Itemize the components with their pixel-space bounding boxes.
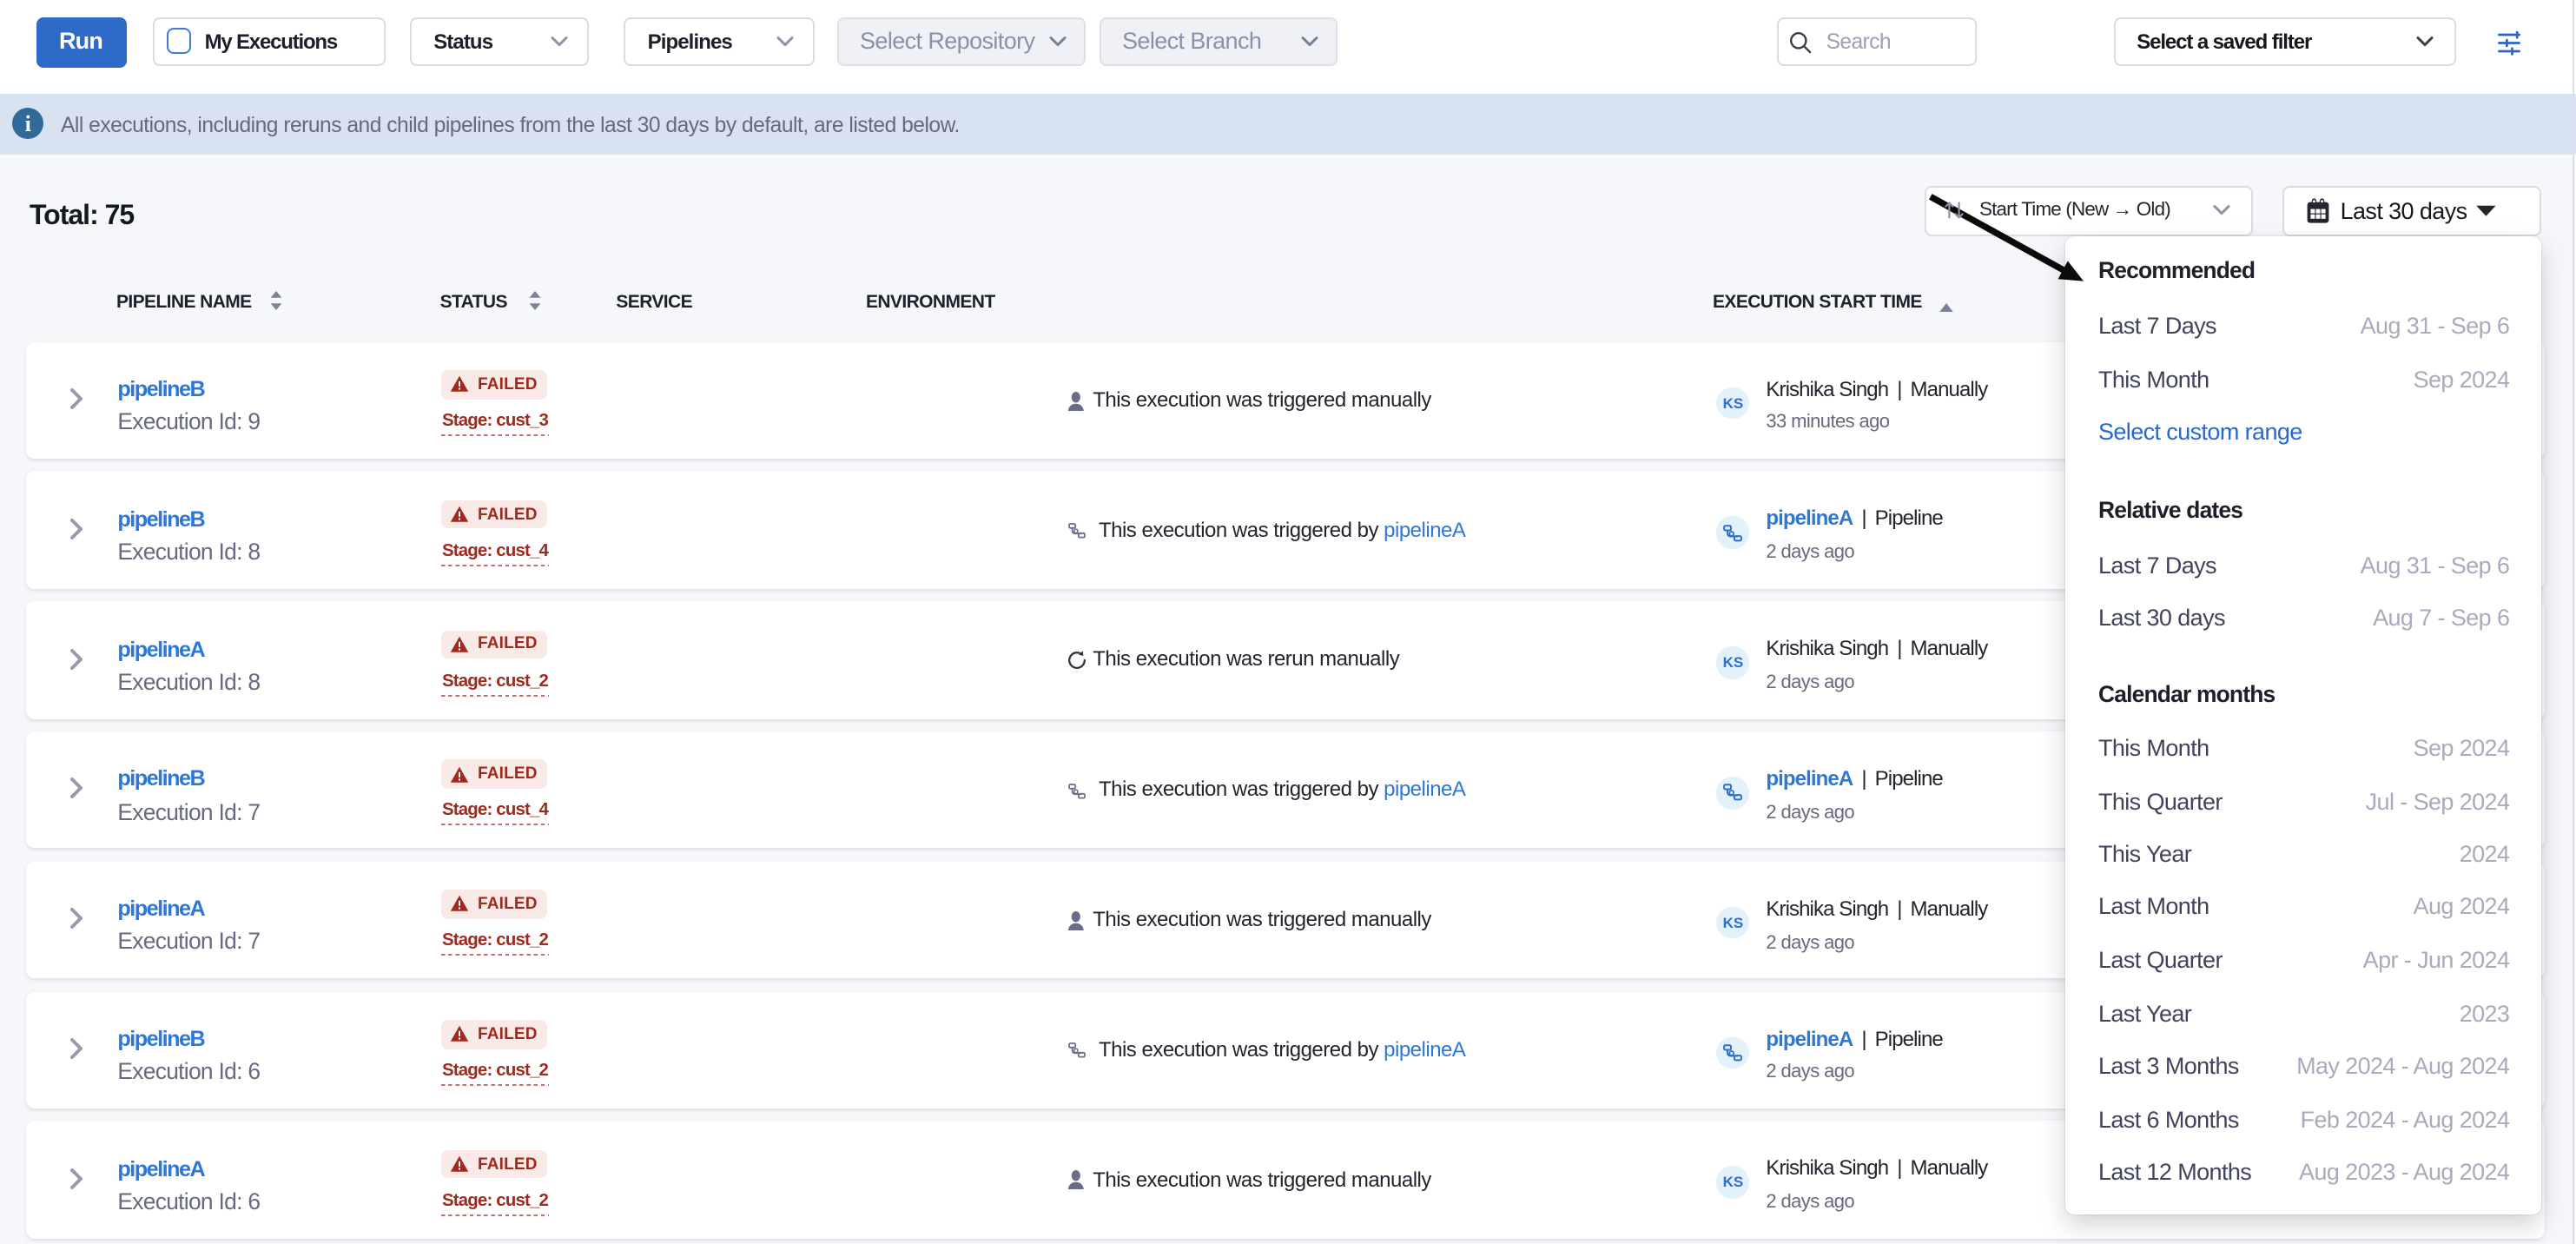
svg-text:i: i <box>25 112 31 137</box>
